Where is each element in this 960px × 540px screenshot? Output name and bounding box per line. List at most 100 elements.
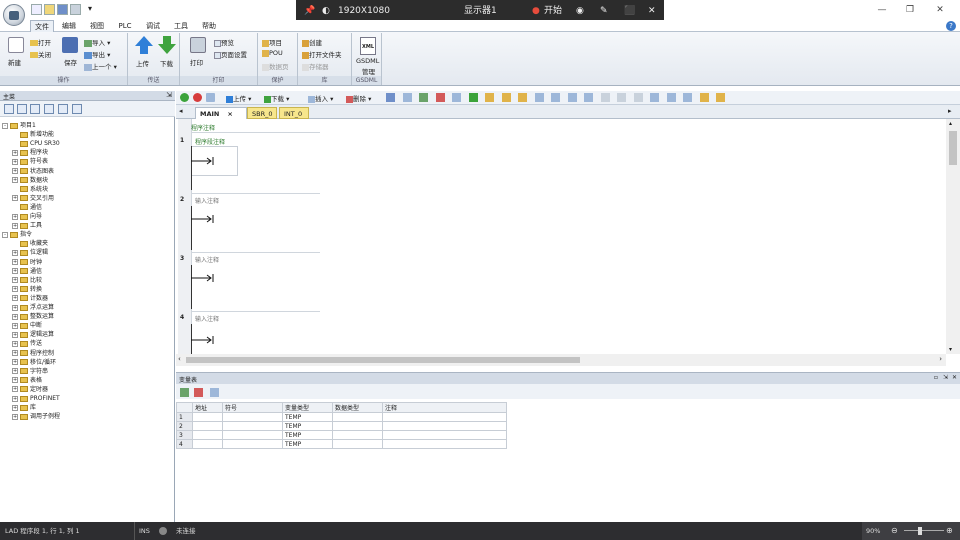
panel-pin-icon[interactable]: ⇲: [943, 374, 948, 381]
editor-vertical-scrollbar[interactable]: ▴ ▾: [946, 119, 960, 354]
expand-icon[interactable]: +: [12, 286, 18, 293]
tree-item[interactable]: + 表格: [12, 376, 42, 385]
table-row[interactable]: 4 TEMP: [176, 439, 507, 449]
record-icon[interactable]: ●: [532, 0, 540, 22]
editor-upload-button[interactable]: 上传 ▾: [226, 93, 251, 103]
toolbar-tool-icon[interactable]: [485, 93, 494, 102]
protect-data-page-button[interactable]: 数据页: [262, 61, 289, 71]
expand-icon[interactable]: +: [12, 377, 18, 384]
close-tab-icon[interactable]: ×: [227, 110, 232, 118]
expand-icon[interactable]: +: [12, 213, 18, 220]
tree-tool-2-icon[interactable]: [17, 104, 27, 114]
tree-item[interactable]: + 比较: [12, 276, 42, 285]
tree-item[interactable]: + 符号表: [12, 157, 48, 166]
toolbar-tool-icon[interactable]: [699, 93, 709, 102]
tree-tool-3-icon[interactable]: [30, 104, 40, 114]
horizontal-scroll-thumb[interactable]: [186, 357, 580, 363]
tree-item[interactable]: 新增功能: [12, 130, 54, 139]
insert-row-icon[interactable]: [180, 388, 189, 397]
toolbar-tool-icon[interactable]: [518, 93, 527, 102]
toolbar-tool-icon[interactable]: [402, 93, 412, 102]
print-quick-icon[interactable]: [70, 4, 81, 15]
table-cell[interactable]: [332, 439, 383, 449]
panel-close-icon[interactable]: ✕: [952, 374, 957, 381]
print-button[interactable]: 打印: [190, 57, 203, 67]
open-folder-button[interactable]: 打开文件夹: [302, 49, 342, 59]
toolbar-tool-icon[interactable]: [600, 93, 610, 102]
tree-tool-5-icon[interactable]: [58, 104, 68, 114]
preview-button[interactable]: 预览: [214, 37, 234, 47]
expand-icon[interactable]: +: [12, 322, 18, 329]
expand-icon[interactable]: +: [12, 350, 18, 356]
tree-item[interactable]: + 计数器: [12, 294, 48, 303]
tree-item[interactable]: 系统块: [12, 185, 48, 194]
tree-item[interactable]: + 程序控制: [12, 349, 54, 358]
pin-icon[interactable]: 📌: [304, 0, 315, 22]
empty-contact-arrow-icon[interactable]: [191, 215, 215, 223]
tab-tools[interactable]: 工具: [168, 20, 194, 32]
expand-icon[interactable]: +: [12, 149, 18, 156]
expand-icon[interactable]: +: [12, 404, 18, 411]
column-header[interactable]: 地址: [192, 402, 223, 413]
tree-item[interactable]: + 时钟: [12, 258, 42, 267]
delete-row-icon[interactable]: [194, 388, 203, 397]
quick-access-dropdown-icon[interactable]: ▾: [88, 4, 92, 13]
save-button[interactable]: 保存: [64, 57, 77, 67]
tree-item[interactable]: - 项目1: [2, 121, 36, 130]
tab-scroll-right-icon[interactable]: ▸: [948, 107, 952, 115]
tree-item[interactable]: + 整数运算: [12, 312, 54, 321]
open-quick-icon[interactable]: [44, 4, 55, 15]
tab-scroll-left-icon[interactable]: ◂: [179, 107, 183, 115]
column-header[interactable]: [176, 402, 193, 413]
tree-item[interactable]: + 移位/循环: [12, 358, 56, 367]
tree-item[interactable]: - 指令: [2, 230, 32, 239]
page-setup-button[interactable]: 页面设置: [214, 49, 247, 59]
toolbar-tool-icon[interactable]: [683, 93, 692, 102]
tree-item[interactable]: + 向导: [12, 212, 42, 221]
tree-item[interactable]: + 数据块: [12, 176, 48, 185]
expand-icon[interactable]: +: [12, 331, 18, 338]
zoom-slider[interactable]: [904, 530, 944, 531]
tree-item[interactable]: + 逻辑运算: [12, 330, 54, 339]
panel-float-icon[interactable]: ▫: [934, 374, 938, 381]
table-cell[interactable]: [382, 421, 507, 431]
rung-comment[interactable]: 输入注释: [195, 196, 219, 205]
table-cell[interactable]: [332, 421, 383, 431]
ladder-editor[interactable]: [176, 119, 946, 354]
table-cell[interactable]: [222, 430, 283, 440]
tree-item[interactable]: + 字符串: [12, 367, 48, 376]
table-cell[interactable]: [332, 430, 383, 440]
vertical-scroll-thumb[interactable]: [949, 131, 957, 165]
tree-item[interactable]: + 中断: [12, 321, 42, 330]
toolbar-tool-icon[interactable]: [633, 93, 643, 102]
table-cell[interactable]: [192, 421, 223, 431]
column-header[interactable]: 符号: [222, 402, 283, 413]
toolbar-tool-icon[interactable]: [567, 93, 577, 102]
table-cell[interactable]: TEMP: [282, 412, 333, 422]
table-cell[interactable]: [192, 439, 223, 449]
tree-item[interactable]: CPU SR30: [12, 139, 60, 148]
download-button[interactable]: 下载: [160, 58, 173, 68]
rung-comment[interactable]: 输入注释: [195, 255, 219, 264]
camera-switch-icon[interactable]: ◉: [576, 0, 584, 22]
column-header[interactable]: 变量类型: [282, 402, 333, 413]
toolbar-tool-icon[interactable]: [501, 93, 511, 102]
new-button[interactable]: 新建: [8, 57, 21, 67]
scroll-down-icon[interactable]: ▾: [949, 346, 952, 353]
app-orb-button[interactable]: [3, 4, 25, 26]
toolbar-tool-icon[interactable]: [468, 93, 478, 102]
zoom-out-icon[interactable]: ⊖: [891, 522, 898, 540]
scroll-up-icon[interactable]: ▴: [949, 120, 952, 127]
insert-button[interactable]: 插入 ▾: [308, 93, 333, 103]
expand-icon[interactable]: +: [12, 158, 18, 165]
tab-plc[interactable]: PLC: [112, 20, 138, 32]
tree-item[interactable]: + 定时器: [12, 385, 48, 394]
tree-tool-4-icon[interactable]: [44, 104, 54, 114]
expand-icon[interactable]: +: [12, 313, 18, 320]
expand-icon[interactable]: +: [12, 359, 18, 366]
empty-contact-arrow-icon[interactable]: [191, 274, 215, 282]
brightness-icon[interactable]: ◐: [322, 0, 330, 22]
screenshot-icon[interactable]: ⬛: [624, 0, 635, 22]
tab-view[interactable]: 视图: [84, 20, 110, 32]
table-cell[interactable]: TEMP: [282, 439, 333, 449]
